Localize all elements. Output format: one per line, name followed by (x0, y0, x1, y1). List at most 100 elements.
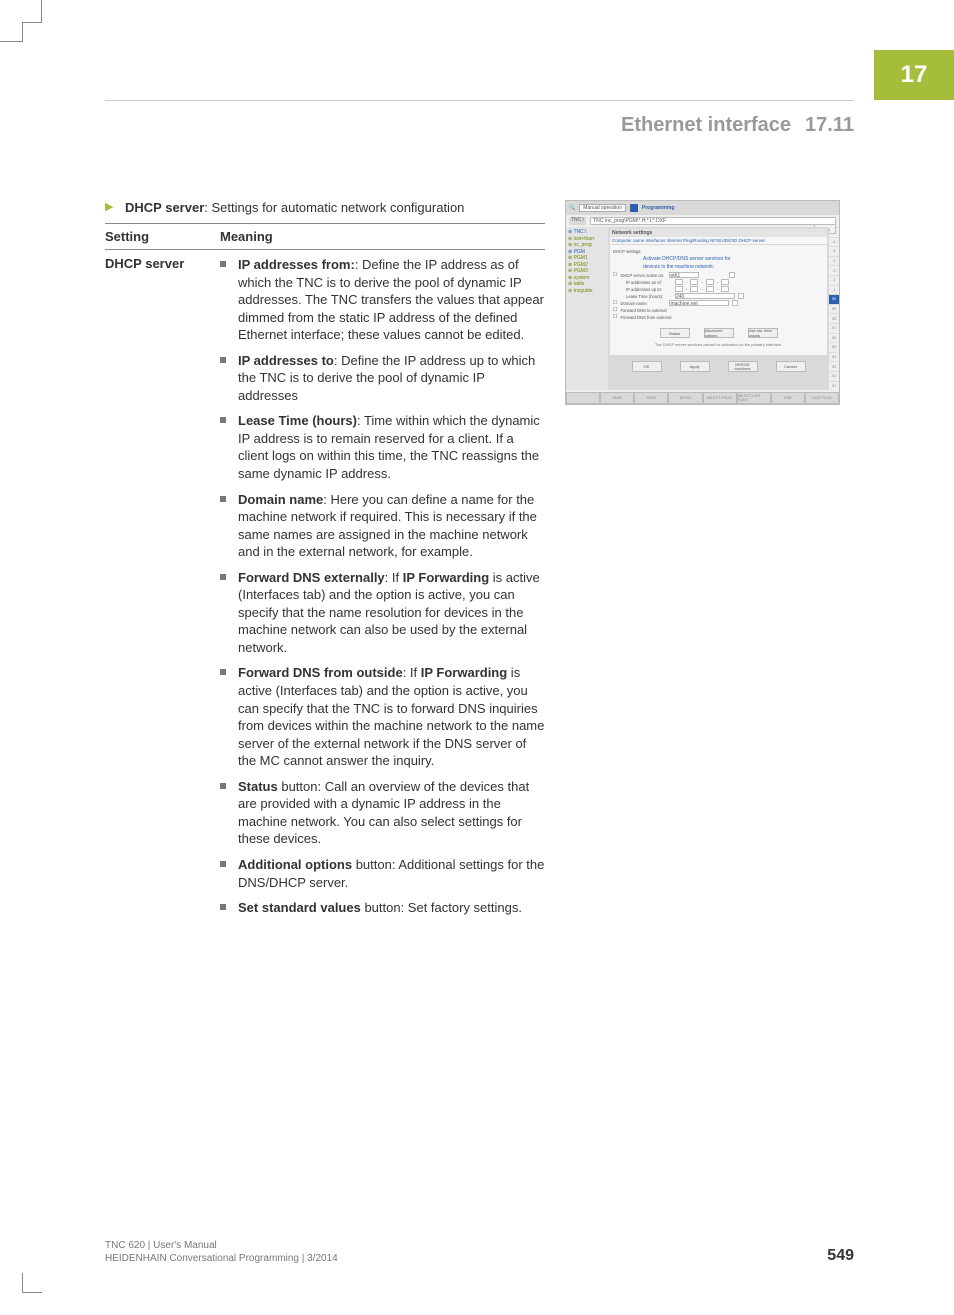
side-cell[interactable]: .3 (829, 265, 839, 275)
softkey-button[interactable]: LAST FILES (805, 392, 839, 404)
form-field[interactable]: eth1 (669, 272, 699, 278)
ok-button[interactable]: OK (632, 361, 662, 372)
item-rest: : If (385, 570, 403, 585)
item-bold: Status (238, 779, 278, 794)
item-bold: IP addresses from: (238, 257, 355, 272)
dropdown-icon[interactable] (732, 300, 738, 306)
softkey-button[interactable]: SELECT PROG. (703, 392, 737, 404)
list-item: IP addresses to: Define the IP address u… (220, 352, 545, 405)
item-bold: Lease Time (hours) (238, 413, 357, 428)
heros-button[interactable]: HEROS functions (728, 361, 758, 372)
path-label: TNC:\ (569, 217, 586, 225)
softkey-button[interactable] (566, 392, 600, 404)
dropdown-icon[interactable] (729, 272, 735, 278)
side-cell[interactable]: S4 (829, 352, 839, 362)
ip-octet[interactable] (690, 279, 698, 285)
ip-octet[interactable] (706, 279, 714, 285)
item-bold: Set standard values (238, 900, 361, 915)
cancel-button[interactable]: Cancel (776, 361, 806, 372)
status-button[interactable]: Status (660, 328, 690, 338)
dialog-title: Network settings (610, 229, 827, 237)
header-title: Ethernet interface (621, 114, 791, 137)
mode-programming[interactable]: Programming (642, 205, 675, 211)
checkbox-icon[interactable]: ☐ (613, 272, 617, 278)
chapter-tab: 17 (874, 50, 954, 100)
form-field[interactable]: 240 (675, 293, 735, 299)
file-tree[interactable]: ⊕ TNC:\ ⊕ lost+foun ⊕ nc_prog ⊕ PGM ⊕ PG… (566, 227, 608, 390)
arrow-right-icon: ▶ (105, 200, 115, 215)
ip-octet[interactable] (721, 279, 729, 285)
screenshot-titlebar: 🔍 Manual operation Programming (566, 201, 839, 215)
ip-octet[interactable] (675, 279, 683, 285)
softkey-button[interactable]: PAGE (634, 392, 668, 404)
side-cell[interactable]: S1 (829, 381, 839, 391)
side-cell[interactable]: S8 (829, 313, 839, 323)
form-label: Forward DNS to external (620, 308, 666, 313)
path-field[interactable]: TNC:\nc_prog\PGM\*.H;*.I;*.DXF (590, 217, 836, 225)
item-bold: Forward DNS from outside (238, 665, 403, 680)
page-footer: TNC 620 | User's Manual HEIDENHAIN Conve… (105, 1239, 854, 1265)
form-label: IP addresses up to: (626, 287, 672, 292)
footer-line2: HEIDENHAIN Conversational Programming | … (105, 1252, 338, 1265)
list-item: Additional options button: Additional se… (220, 856, 545, 891)
list-item: Forward DNS from outside: If IP Forwardi… (220, 664, 545, 769)
form-label: Domain name: (620, 301, 666, 306)
apply-button[interactable]: Apply (680, 361, 710, 372)
side-cell[interactable]: .5 (829, 246, 839, 256)
form-subtitle-1: Activate DHCP/DNS server services for (643, 256, 824, 262)
header-section: 17.11 (805, 114, 854, 137)
side-cell[interactable]: S7 (829, 323, 839, 333)
side-cell[interactable]: .1 (829, 285, 839, 295)
list-item: Domain name: Here you can define a name … (220, 491, 545, 561)
form-subtitle-2: devices in the machine network: (643, 264, 824, 270)
softkey-row: PAGEPAGEBEGINSELECT PROG.SELECT LAST FIL… (566, 392, 839, 404)
side-cell[interactable]: S0 (829, 294, 839, 304)
tree-item[interactable]: ⊕ tncguide (568, 288, 606, 295)
softkey-button[interactable]: PAGE (600, 392, 634, 404)
list-item: Forward DNS externally: If IP Forwarding… (220, 569, 545, 657)
table-row: DHCP server IP addresses from:: Define t… (105, 250, 545, 925)
checkbox-icon[interactable]: ☐ (613, 307, 617, 313)
side-cell[interactable]: .4 (829, 256, 839, 266)
list-item: Lease Time (hours): Time within which th… (220, 412, 545, 482)
form-field[interactable]: machine.net (669, 300, 729, 306)
item-bold2: IP Forwarding (421, 665, 507, 680)
softkey-button[interactable]: BEGIN (668, 392, 702, 404)
path-row: TNC:\ TNC:\nc_prog\PGM\*.H;*.I;*.DXF (566, 215, 839, 227)
side-cell[interactable]: S5 (829, 342, 839, 352)
table-header: Setting Meaning (105, 223, 545, 250)
side-cell[interactable]: S3 (829, 361, 839, 371)
side-cell[interactable]: .2 (829, 275, 839, 285)
checkbox-icon[interactable]: ☐ (613, 314, 617, 320)
form-note: The DHCP server services cannot be activ… (613, 342, 824, 347)
item-bold: Forward DNS externally (238, 570, 385, 585)
ip-octet[interactable] (675, 286, 683, 292)
item-rest: button: Call an overview of the devices … (238, 779, 529, 847)
ip-octet[interactable] (690, 286, 698, 292)
side-cell[interactable]: S9 (829, 304, 839, 314)
setting-label: DHCP server (105, 256, 220, 925)
softkey-button[interactable]: END (771, 392, 805, 404)
page-header: Ethernet interface 17.11 (105, 100, 854, 150)
list-item: IP addresses from:: Define the IP addres… (220, 256, 545, 344)
checkbox-icon[interactable]: ☐ (613, 300, 617, 306)
side-cell[interactable]: S2 (829, 371, 839, 381)
std-values-button[interactable]: Use std. field values (748, 328, 778, 338)
ip-octet[interactable] (721, 286, 729, 292)
magnify-icon: 🔍 (569, 205, 575, 211)
ip-octet[interactable] (706, 286, 714, 292)
side-cell[interactable]: .6 (829, 237, 839, 247)
page-number: 549 (827, 1247, 854, 1265)
embedded-screenshot: 🔍 Manual operation Programming 08:45 TNC… (565, 200, 840, 405)
item-bold: Domain name (238, 492, 323, 507)
stepper-icon[interactable] (738, 293, 744, 299)
intro-rest: : Settings for automatic network configu… (204, 200, 464, 215)
mode-manual-operation[interactable]: Manual operation (579, 204, 626, 212)
softkey-button[interactable]: SELECT LAST FILES (737, 392, 771, 404)
item-bold2: IP Forwarding (403, 570, 489, 585)
advanced-options-button[interactable]: Advanced options (704, 328, 734, 338)
crop-mark-top-left (22, 22, 42, 42)
side-cell[interactable]: S6 (829, 333, 839, 343)
item-rest: : If (403, 665, 421, 680)
dialog-tabs[interactable]: Computer name Interfaces Internet Ping/R… (610, 237, 827, 244)
